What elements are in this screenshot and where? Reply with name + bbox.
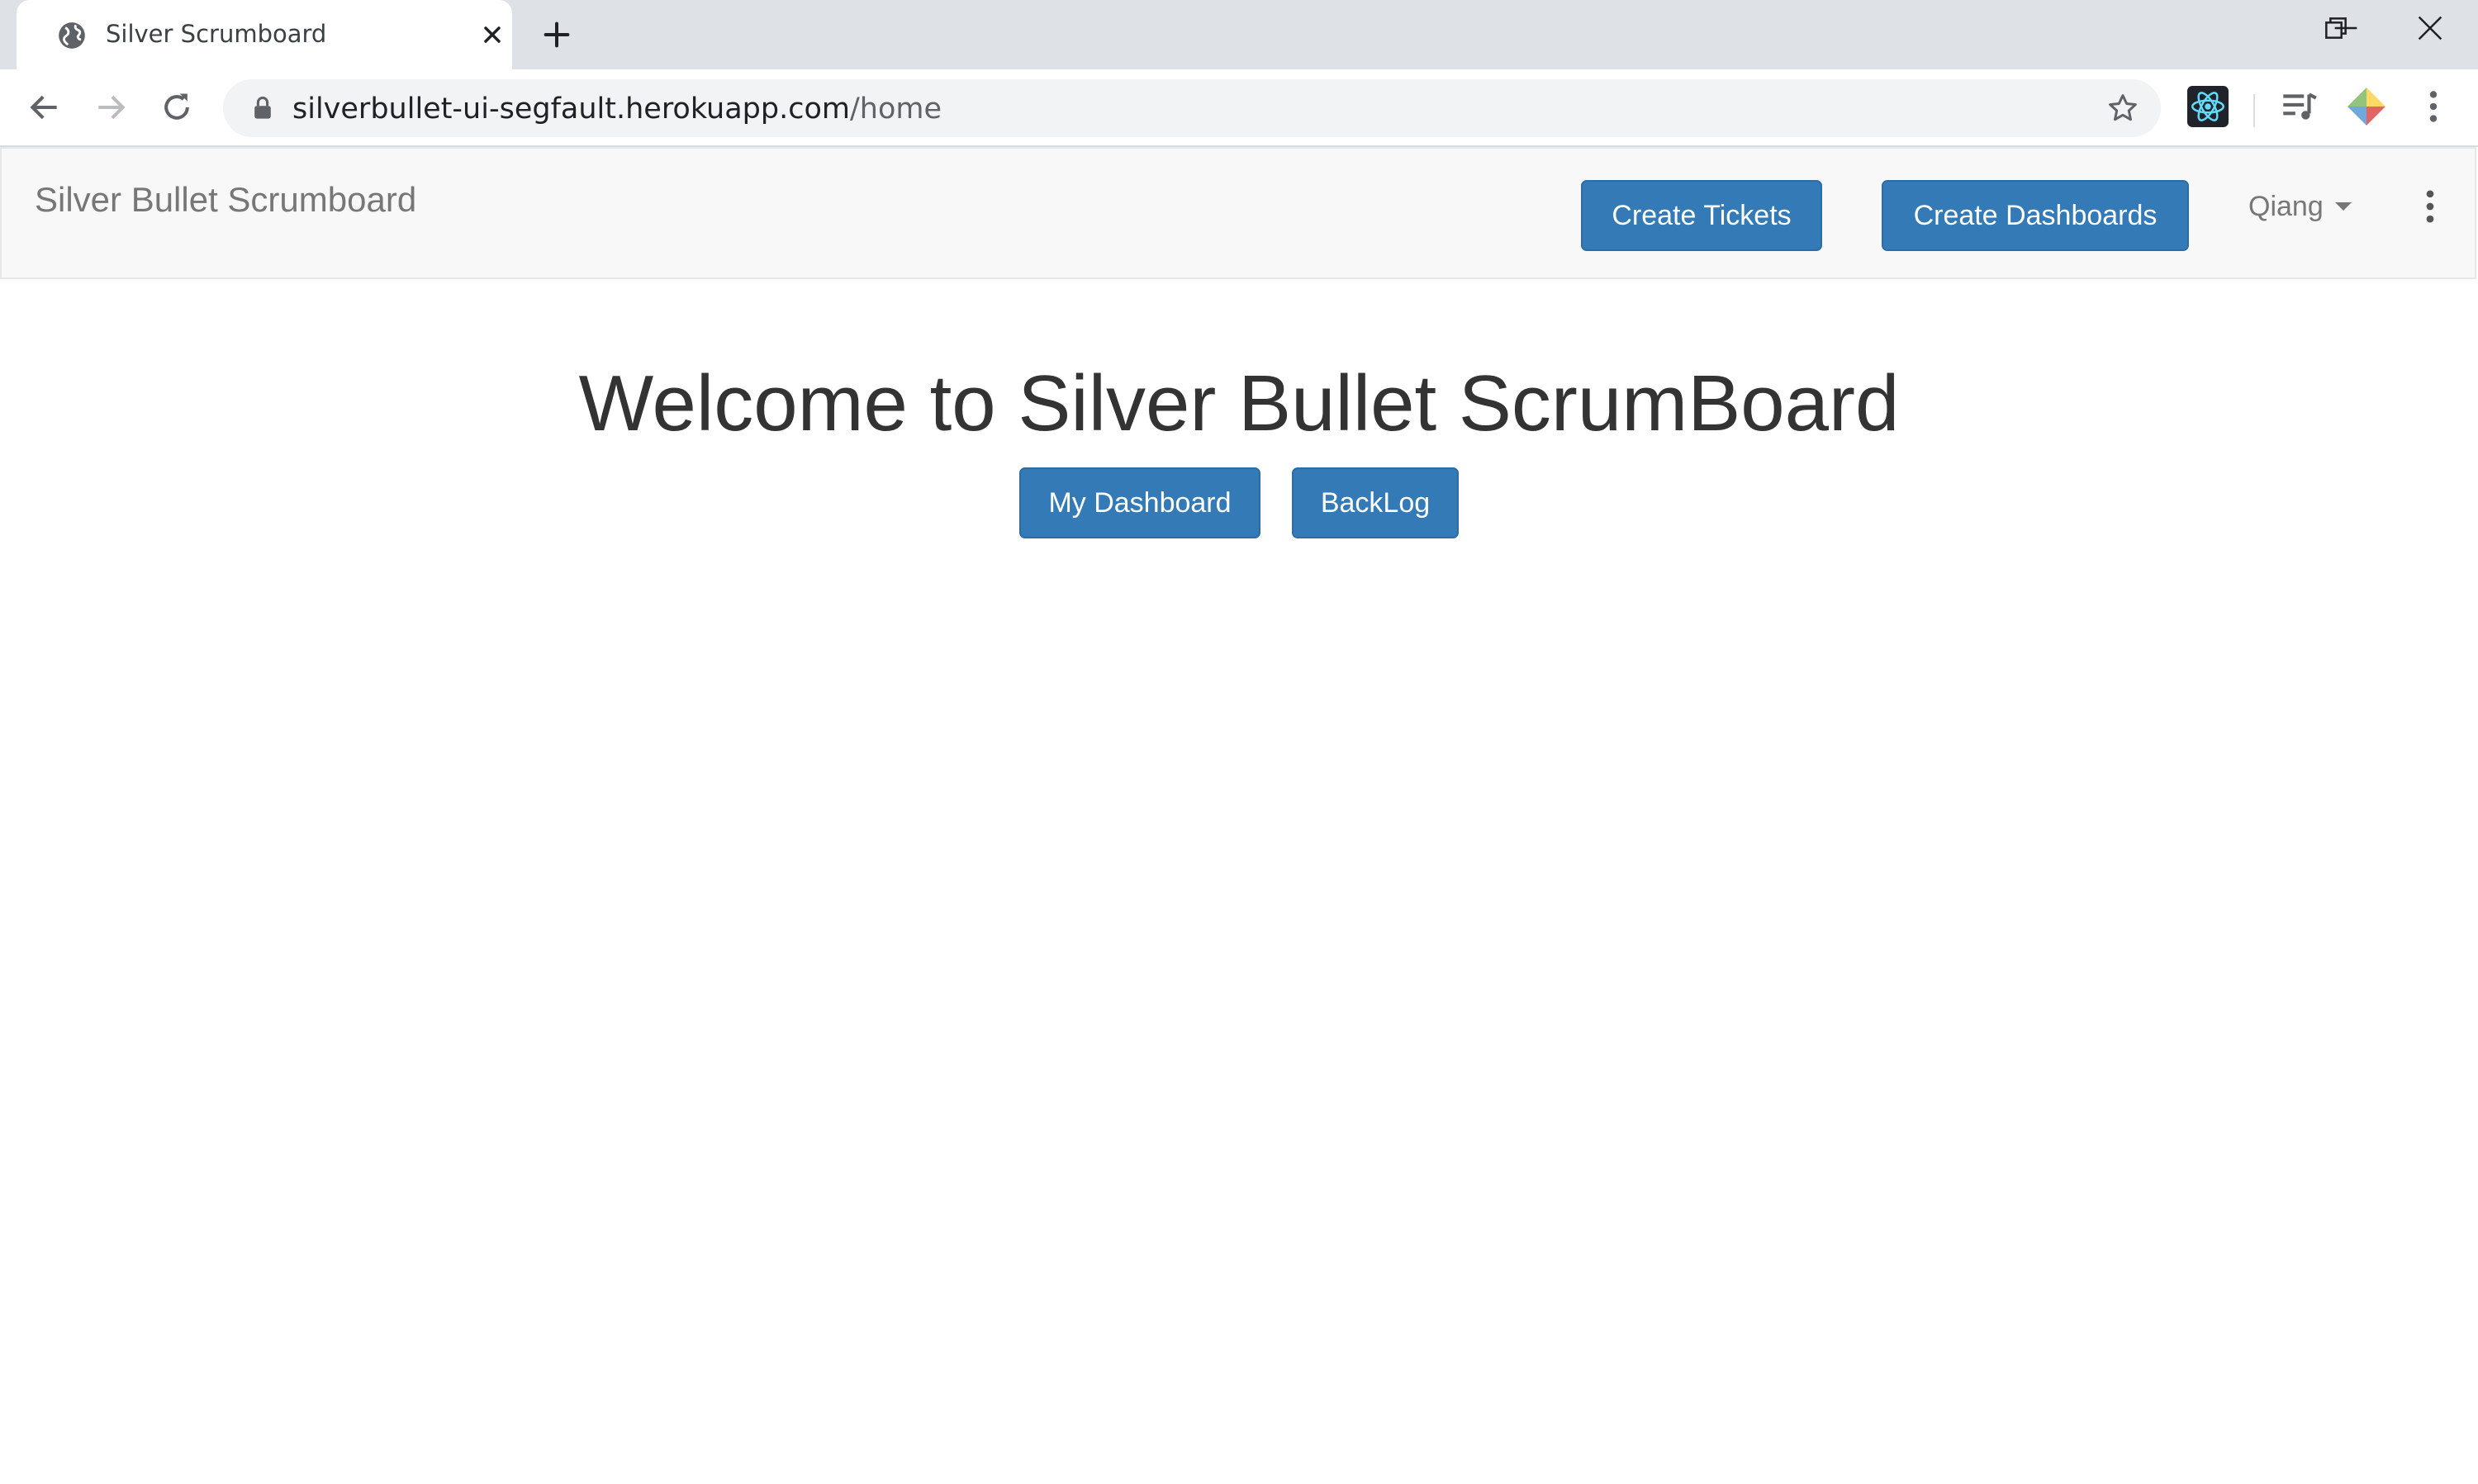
page-title: Welcome to Silver Bullet ScrumBoard: [578, 359, 1900, 448]
star-icon[interactable]: [2106, 92, 2139, 125]
user-name: Qiang: [2248, 190, 2324, 222]
react-devtools-icon[interactable]: [2187, 86, 2229, 127]
url-text[interactable]: silverbullet-ui-segfault.herokuapp.com/h…: [292, 92, 942, 126]
create-tickets-button[interactable]: Create Tickets: [1581, 180, 1822, 251]
user-dropdown[interactable]: Qiang: [2248, 185, 2352, 228]
address-bar[interactable]: silverbullet-ui-segfault.herokuapp.com/h…: [223, 79, 2161, 137]
reload-icon[interactable]: [159, 89, 195, 126]
url-host: silverbullet-ui-segfault.herokuapp.com: [292, 92, 850, 126]
browser-tab[interactable]: Silver Scrumboard: [17, 0, 512, 69]
arrow-right-icon[interactable]: [93, 89, 129, 126]
media-queue-icon[interactable]: [2278, 86, 2319, 127]
close-icon[interactable]: [479, 21, 506, 48]
browser-tab-strip: Silver Scrumboard: [0, 0, 2478, 69]
kebab-menu-icon[interactable]: [2417, 185, 2443, 228]
kebab-menu-icon[interactable]: [2420, 86, 2447, 127]
lock-icon[interactable]: [253, 97, 273, 120]
create-dashboards-button[interactable]: Create Dashboards: [1882, 180, 2189, 251]
extension-diamond-icon[interactable]: [2346, 86, 2387, 127]
restore-icon[interactable]: [2319, 12, 2352, 45]
caret-down-icon: [2334, 202, 2352, 211]
toolbar-divider: [2253, 94, 2255, 127]
globe-icon: [59, 22, 85, 49]
plus-icon[interactable]: [540, 18, 573, 51]
backlog-button[interactable]: BackLog: [1292, 467, 1459, 538]
app-navbar: Silver Bullet Scrumboard Create Tickets …: [0, 147, 2476, 279]
my-dashboard-button[interactable]: My Dashboard: [1019, 467, 1260, 538]
window-close-icon[interactable]: [2414, 12, 2447, 45]
tab-title: Silver Scrumboard: [106, 20, 327, 48]
arrow-left-icon[interactable]: [26, 89, 63, 126]
browser-toolbar: silverbullet-ui-segfault.herokuapp.com/h…: [0, 69, 2478, 147]
navbar-brand[interactable]: Silver Bullet Scrumboard: [35, 178, 416, 221]
url-path: /home: [849, 92, 942, 126]
